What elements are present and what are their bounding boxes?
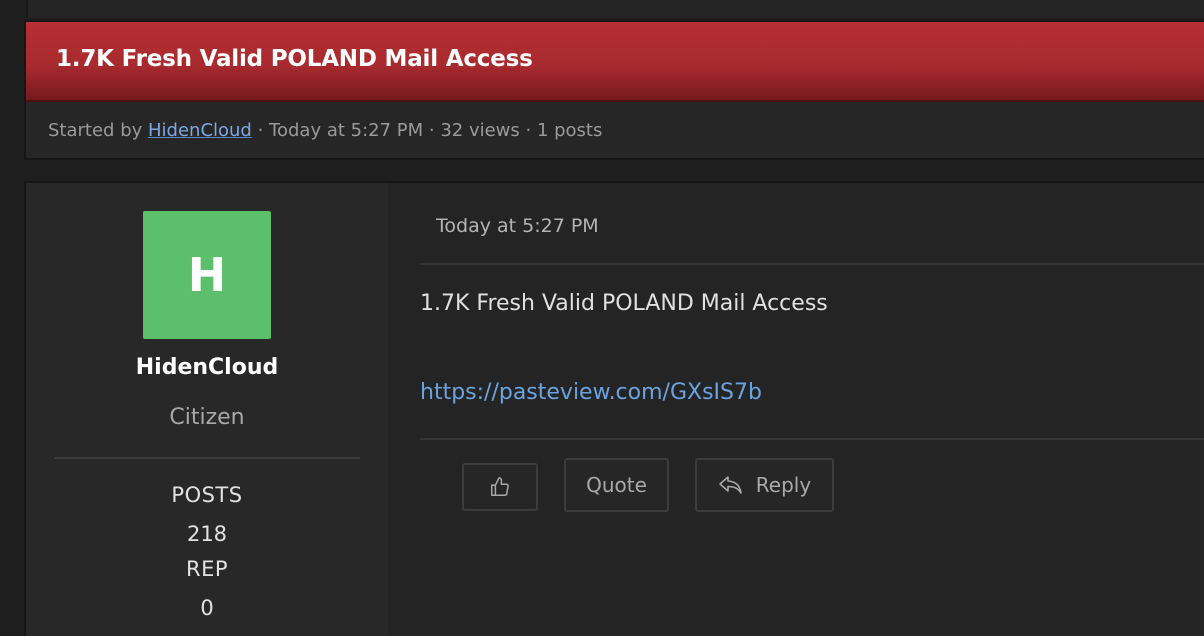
started-by-label: Started by: [48, 120, 148, 141]
thread-title-bar: 1.7K Fresh Valid POLAND Mail Access: [26, 22, 1204, 102]
thread-meta-details: · Today at 5:27 PM · 32 views · 1 posts: [251, 120, 603, 141]
post-author-sidebar: H HidenCloud Citizen POSTS 218 REP 0: [26, 183, 388, 636]
rep-stat-label: REP: [185, 557, 229, 581]
avatar[interactable]: H: [143, 211, 271, 339]
post-content: Today at 5:27 PM 1.7K Fresh Valid POLAND…: [420, 183, 1204, 636]
sidebar-divider: [54, 457, 360, 459]
like-button[interactable]: [462, 463, 538, 511]
post-date[interactable]: Today at 5:27 PM: [436, 215, 599, 237]
post-body-link[interactable]: https://pasteview.com/GXsIS7b: [420, 380, 762, 405]
thread-meta: Started by HidenCloud · Today at 5:27 PM…: [48, 120, 602, 141]
thumbs-up-icon: [489, 476, 511, 498]
content-divider: [420, 263, 1204, 265]
forum-thread-page: 1.7K Fresh Valid POLAND Mail Access Star…: [0, 0, 1204, 636]
thread-header: 1.7K Fresh Valid POLAND Mail Access Star…: [24, 20, 1204, 160]
author-rank: Citizen: [169, 405, 245, 430]
rep-stat-value: 0: [200, 596, 214, 620]
author-username[interactable]: HidenCloud: [26, 355, 388, 380]
reply-arrow-icon: [718, 474, 744, 496]
reply-button-label: Reply: [755, 473, 812, 497]
previous-section-edge: [26, 0, 1204, 18]
post: H HidenCloud Citizen POSTS 218 REP 0 Tod…: [24, 181, 1204, 636]
thread-title: 1.7K Fresh Valid POLAND Mail Access: [56, 46, 533, 72]
reply-button[interactable]: Reply: [695, 458, 834, 512]
posts-stat-label: POSTS: [171, 483, 243, 507]
quote-button-label: Quote: [586, 473, 647, 497]
post-body-text: 1.7K Fresh Valid POLAND Mail Access: [420, 291, 828, 316]
quote-button[interactable]: Quote: [564, 458, 669, 512]
posts-stat-value: 218: [186, 522, 228, 546]
actions-divider: [420, 438, 1204, 440]
thread-author-link[interactable]: HidenCloud: [148, 120, 252, 141]
